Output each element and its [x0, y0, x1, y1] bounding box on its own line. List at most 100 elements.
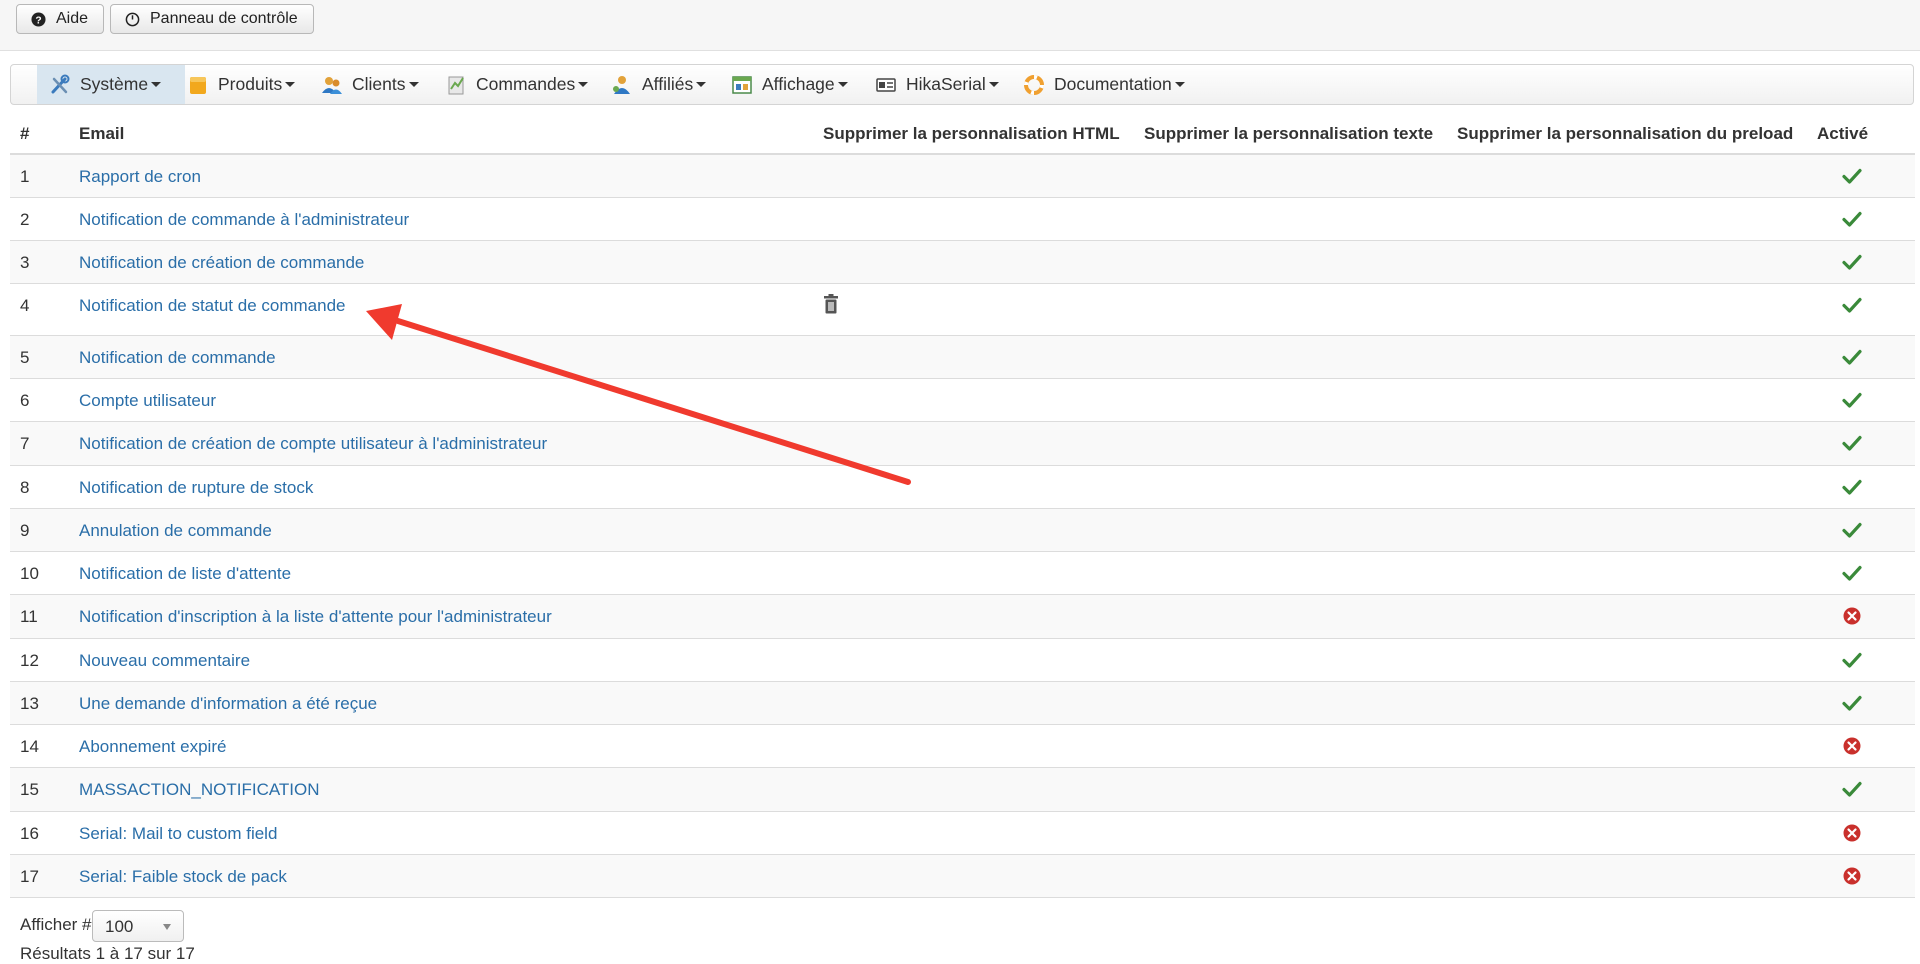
table-row: 12 Nouveau commentaire — [10, 639, 1915, 682]
email-link[interactable]: Notification de création de compte utili… — [79, 434, 547, 454]
documentation-icon — [1024, 74, 1044, 95]
caret-down-icon — [151, 82, 162, 87]
email-link[interactable]: Serial: Mail to custom field — [79, 824, 277, 844]
menu-item-produits[interactable]: Produits — [187, 65, 296, 104]
row-number: 16 — [20, 824, 39, 843]
row-number: 4 — [20, 296, 30, 315]
table-row: 3 Notification de création de commande — [10, 241, 1915, 284]
check-icon[interactable] — [1842, 693, 1862, 713]
display-count-label: Afficher # — [20, 915, 92, 934]
caret-down-icon — [285, 82, 296, 87]
help-button[interactable]: ? Aide — [16, 4, 104, 34]
table-row: 17 Serial: Faible stock de pack — [10, 855, 1915, 898]
row-number: 6 — [20, 391, 30, 410]
products-icon — [190, 76, 206, 94]
control-panel-button[interactable]: Panneau de contrôle — [110, 4, 314, 34]
email-link[interactable]: Notification de création de commande — [79, 253, 364, 273]
email-link[interactable]: Abonnement expiré — [79, 737, 226, 757]
table-row: 8 Notification de rupture de stock — [10, 466, 1915, 509]
table-row: 10 Notification de liste d'attente — [10, 552, 1915, 595]
results-counter: Résultats 1 à 17 sur 17 — [20, 944, 195, 963]
email-link[interactable]: Nouveau commentaire — [79, 651, 250, 671]
col-header-delete-preload: Supprimer la personnalisation du preload — [1457, 124, 1794, 143]
question-circle-icon: ? — [31, 11, 46, 27]
col-header-delete-text: Supprimer la personnalisation texte — [1144, 124, 1434, 143]
table-row: 1 Rapport de cron — [10, 155, 1915, 198]
table-row: 13 Une demande d'information a été reçue — [10, 682, 1915, 725]
row-number: 14 — [20, 737, 39, 756]
menu-item-clients-label: Clients — [352, 74, 406, 94]
tools-icon — [51, 74, 70, 93]
display-count-select[interactable]: 100 — [92, 910, 184, 942]
customers-icon — [322, 76, 342, 94]
help-button-label: Aide — [56, 10, 89, 27]
dashboard-gauge-icon — [125, 12, 140, 26]
col-header-active: Activé — [1817, 124, 1869, 143]
trash-icon[interactable] — [822, 293, 840, 315]
check-icon[interactable] — [1842, 295, 1862, 315]
email-link[interactable]: MASSACTION_NOTIFICATION — [79, 780, 320, 800]
email-link[interactable]: Notification de statut de commande — [79, 296, 345, 316]
menu-item-systeme-label: Système — [80, 74, 149, 94]
control-panel-button-label: Panneau de contrôle — [150, 10, 298, 27]
check-icon[interactable] — [1842, 520, 1862, 540]
check-icon[interactable] — [1842, 563, 1862, 583]
menu-item-hikaserial[interactable]: HikaSerial — [875, 65, 999, 104]
serial-icon — [876, 77, 896, 92]
cross-circle-icon[interactable] — [1842, 736, 1862, 756]
check-icon[interactable] — [1842, 390, 1862, 410]
email-link[interactable]: Notification d'inscription à la liste d'… — [79, 607, 552, 627]
caret-down-icon — [837, 82, 848, 87]
menu-item-documentation[interactable]: Documentation — [1023, 65, 1185, 104]
row-number: 17 — [20, 867, 39, 886]
row-number: 15 — [20, 780, 39, 799]
row-number: 13 — [20, 694, 39, 713]
email-link[interactable]: Notification de commande — [79, 348, 276, 368]
email-link[interactable]: Compte utilisateur — [79, 391, 216, 411]
email-link[interactable]: Rapport de cron — [79, 167, 201, 187]
col-header-email: Email — [79, 124, 125, 143]
row-number: 3 — [20, 253, 30, 272]
email-link[interactable]: Notification de rupture de stock — [79, 478, 313, 498]
email-link[interactable]: Annulation de commande — [79, 521, 272, 541]
row-number: 1 — [20, 167, 30, 186]
menu-item-systeme[interactable]: Système — [49, 65, 162, 104]
table-row: 4 Notification de statut de commande — [10, 284, 1915, 336]
menu-item-affilies-label: Affiliés — [642, 74, 694, 94]
display-icon — [732, 75, 752, 94]
email-link[interactable]: Une demande d'information a été reçue — [79, 694, 377, 714]
row-number: 7 — [20, 434, 30, 453]
row-number: 8 — [20, 478, 30, 497]
check-icon[interactable] — [1842, 252, 1862, 272]
menu-item-clients[interactable]: Clients — [321, 65, 419, 104]
cross-circle-icon[interactable] — [1842, 866, 1862, 886]
top-toolbar: ? Aide Panneau de contrôle — [0, 0, 1920, 51]
table-row: 14 Abonnement expiré — [10, 725, 1915, 768]
cross-circle-icon[interactable] — [1842, 606, 1862, 626]
check-icon[interactable] — [1842, 433, 1862, 453]
check-icon[interactable] — [1842, 166, 1862, 186]
check-icon[interactable] — [1842, 650, 1862, 670]
check-icon[interactable] — [1842, 347, 1862, 367]
table-row: 15 MASSACTION_NOTIFICATION — [10, 768, 1915, 812]
table-row: 5 Notification de commande — [10, 336, 1915, 379]
email-link[interactable]: Notification de liste d'attente — [79, 564, 291, 584]
menu-item-commandes[interactable]: Commandes — [445, 65, 589, 104]
email-link[interactable]: Notification de commande à l'administrat… — [79, 210, 409, 230]
menu-item-commandes-label: Commandes — [476, 74, 576, 94]
cross-circle-icon[interactable] — [1842, 823, 1862, 843]
check-icon[interactable] — [1842, 209, 1862, 229]
select-caret-icon — [163, 924, 171, 930]
menu-item-affichage[interactable]: Affichage — [731, 65, 848, 104]
check-icon[interactable] — [1842, 779, 1862, 799]
caret-down-icon — [696, 82, 707, 87]
col-header-number: # — [20, 124, 30, 143]
email-link[interactable]: Serial: Faible stock de pack — [79, 867, 287, 887]
row-number: 9 — [20, 521, 30, 540]
menu-item-affilies[interactable]: Affiliés — [611, 65, 707, 104]
caret-down-icon — [578, 82, 589, 87]
table-row: 6 Compte utilisateur — [10, 379, 1915, 422]
check-icon[interactable] — [1842, 477, 1862, 497]
menu-item-hikaserial-label: HikaSerial — [906, 74, 986, 94]
row-number: 12 — [20, 651, 39, 670]
